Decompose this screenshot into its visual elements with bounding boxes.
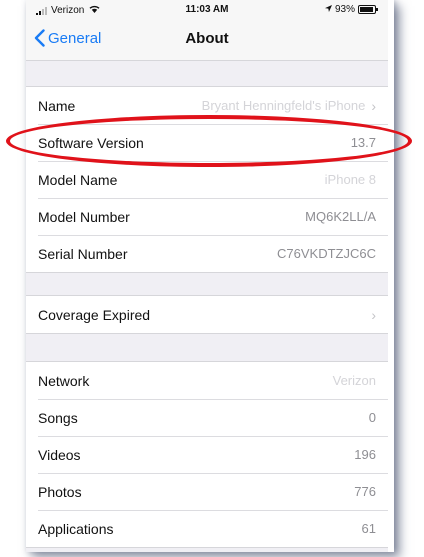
serial-number-label: Serial Number bbox=[38, 245, 128, 262]
navigation-bar: General About bbox=[26, 20, 388, 61]
serial-number-row: Serial Number C76VKDTZJC6C bbox=[26, 235, 388, 272]
songs-label: Songs bbox=[38, 409, 78, 426]
coverage-label: Coverage Expired bbox=[38, 306, 151, 323]
software-version-label: Software Version bbox=[38, 134, 144, 151]
software-version-row: Software Version 13.7 bbox=[26, 124, 388, 161]
videos-row: Videos 196 bbox=[26, 436, 388, 473]
coverage-group: Coverage Expired › bbox=[26, 295, 388, 334]
videos-label: Videos bbox=[38, 446, 81, 463]
battery-icon bbox=[358, 5, 378, 14]
model-name-label: Model Name bbox=[38, 171, 118, 188]
serial-number-value: C76VKDTZJC6C bbox=[277, 246, 376, 261]
model-name-value: iPhone 8 bbox=[324, 172, 376, 187]
chevron-right-icon: › bbox=[371, 306, 376, 323]
chevron-right-icon: › bbox=[371, 97, 376, 114]
model-number-label: Model Number bbox=[38, 208, 130, 225]
device-info-group: Name Bryant Henningfeld's iPhone › Softw… bbox=[26, 86, 388, 273]
photos-row: Photos 776 bbox=[26, 473, 388, 510]
page: Verizon 11:03 AM 93% General About Name … bbox=[0, 0, 424, 557]
battery-percent: 93% bbox=[334, 4, 355, 15]
status-bar: Verizon 11:03 AM 93% bbox=[26, 0, 388, 20]
location-arrow-icon bbox=[324, 4, 332, 15]
network-row: Network Verizon bbox=[26, 362, 388, 399]
photos-label: Photos bbox=[38, 483, 82, 500]
applications-row: Applications 61 bbox=[26, 510, 388, 547]
battery-fill bbox=[360, 7, 374, 12]
name-label: Name bbox=[38, 97, 76, 114]
software-version-value: 13.7 bbox=[350, 135, 376, 150]
songs-value: 0 bbox=[368, 410, 376, 425]
photos-value: 776 bbox=[354, 484, 376, 499]
phone-screen: Verizon 11:03 AM 93% General About Name … bbox=[26, 0, 388, 552]
page-title: About bbox=[185, 30, 229, 47]
model-name-row: Model Name iPhone 8 bbox=[26, 161, 388, 198]
name-row[interactable]: Name Bryant Henningfeld's iPhone › bbox=[26, 87, 388, 124]
status-right: 93% bbox=[324, 4, 378, 15]
coverage-chevron-wrap: › bbox=[371, 307, 376, 323]
coverage-row[interactable]: Coverage Expired › bbox=[26, 296, 388, 333]
network-label: Network bbox=[38, 372, 90, 389]
songs-row: Songs 0 bbox=[26, 399, 388, 436]
name-value: Bryant Henningfeld's iPhone bbox=[201, 98, 366, 113]
applications-value: 61 bbox=[361, 521, 376, 536]
media-stats-group: Network Verizon Songs 0 Videos 196 Photo… bbox=[26, 361, 388, 548]
applications-label: Applications bbox=[38, 520, 114, 537]
videos-value: 196 bbox=[354, 447, 376, 462]
model-number-row[interactable]: Model Number MQ6K2LL/A bbox=[26, 198, 388, 235]
network-value: Verizon bbox=[332, 373, 376, 388]
model-number-value: MQ6K2LL/A bbox=[305, 209, 376, 224]
name-value-wrap: Bryant Henningfeld's iPhone › bbox=[202, 98, 376, 114]
